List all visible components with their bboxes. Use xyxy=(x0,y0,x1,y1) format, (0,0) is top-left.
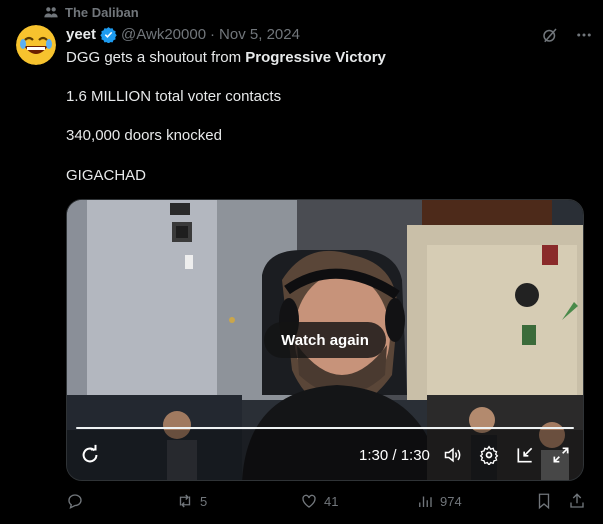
views-chart-icon xyxy=(419,496,432,507)
fullscreen-icon[interactable] xyxy=(551,445,571,465)
author-handle[interactable]: @Awk20000 xyxy=(121,26,206,43)
video-time: 1:30 / 1:30 xyxy=(359,447,430,464)
tweet-line-1: DGG gets a shoutout from Progressive Vic… xyxy=(66,48,386,68)
heart-icon xyxy=(302,494,316,508)
tweet-line-4: GIGACHAD xyxy=(66,167,147,184)
repost-button[interactable]: 5 xyxy=(176,492,207,510)
reply-icon xyxy=(68,494,82,510)
bookmark-icon[interactable] xyxy=(535,492,553,510)
grok-icon[interactable] xyxy=(541,26,559,44)
picture-in-picture-icon[interactable] xyxy=(515,445,535,465)
tweet-header: yeet @Awk20000 · Nov 5, 2024 xyxy=(66,26,300,43)
video-progress-bar[interactable] xyxy=(76,427,574,429)
verified-badge-icon[interactable] xyxy=(100,26,117,43)
community-icon xyxy=(44,7,58,18)
tweet-line-1-text: DGG gets a shoutout from xyxy=(66,49,246,66)
tweet-line-3: 340,000 doors knocked xyxy=(66,127,222,144)
settings-gear-icon[interactable] xyxy=(479,445,499,465)
share-icon[interactable] xyxy=(568,492,586,510)
tweet-line-2: 1.6 MILLION total voter contacts xyxy=(66,88,282,105)
tweet-action-bar: 5 41 974 xyxy=(66,492,586,514)
laughing-emoji-icon xyxy=(16,25,56,65)
tweet-date[interactable]: Nov 5, 2024 xyxy=(219,26,300,43)
repost-icon xyxy=(179,494,191,508)
video-controls: 1:30 / 1:30 xyxy=(67,430,583,480)
like-button[interactable]: 41 xyxy=(300,492,338,510)
views-button[interactable]: 974 xyxy=(416,492,462,510)
social-context-label[interactable]: The Daliban xyxy=(65,5,139,20)
views-count: 974 xyxy=(440,493,462,509)
tweet-line-1-bold: Progressive Victory xyxy=(245,49,386,66)
separator-dot: · xyxy=(210,26,216,43)
avatar[interactable] xyxy=(16,25,56,65)
replay-icon[interactable] xyxy=(79,444,101,466)
more-options-icon[interactable] xyxy=(575,26,593,44)
social-context[interactable]: The Daliban xyxy=(43,4,139,20)
like-count: 41 xyxy=(324,493,339,509)
reply-button[interactable] xyxy=(66,492,90,510)
volume-icon[interactable] xyxy=(443,445,463,465)
watch-again-button[interactable]: Watch again xyxy=(264,322,386,358)
video-player[interactable]: Watch again 1:30 / 1:30 xyxy=(66,199,584,481)
tweet-top-actions xyxy=(541,26,593,44)
author-name[interactable]: yeet xyxy=(66,26,96,43)
repost-count: 5 xyxy=(200,493,208,509)
